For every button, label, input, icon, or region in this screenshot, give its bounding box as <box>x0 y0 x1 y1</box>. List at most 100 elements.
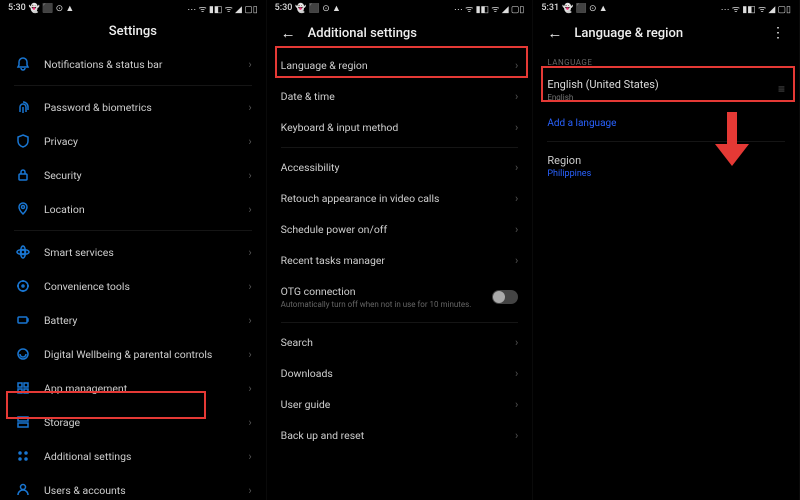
additional-item-b-3[interactable]: Recent tasks manager › <box>267 245 533 276</box>
settings-item-label: Convenience tools <box>44 280 248 293</box>
settings-item-bell[interactable]: Notifications & status bar › <box>0 47 266 81</box>
settings-item-battery[interactable]: Battery › <box>0 303 266 337</box>
finger-icon <box>14 98 32 116</box>
additional-item-c-3[interactable]: Back up and reset › <box>267 420 533 451</box>
chevron-right-icon: › <box>248 135 251 148</box>
additional-item-c-2[interactable]: User guide › <box>267 389 533 420</box>
settings-item-label: Battery <box>44 314 248 327</box>
settings-item-shield[interactable]: Privacy › <box>0 124 266 158</box>
settings-item-apps[interactable]: App management › <box>0 371 266 405</box>
settings-item-label: Password & biometrics <box>44 101 248 114</box>
settings-item-label: App management <box>44 382 248 395</box>
chevron-right-icon: › <box>248 416 251 429</box>
settings-item-atom[interactable]: Smart services › <box>0 235 266 269</box>
chevron-right-icon: › <box>515 223 518 236</box>
status-bar: 5:30👻 ⬛ ⊙ ▲ ⋯ ᯤ ▮◧ ᯤ ◢ ▢▯ <box>0 0 266 16</box>
chevron-right-icon: › <box>515 254 518 267</box>
chevron-right-icon: › <box>248 348 251 361</box>
settings-item-label: Location <box>44 203 248 216</box>
more-button[interactable]: ⋮ <box>771 25 785 41</box>
lock-icon <box>14 166 32 184</box>
page-title-row: ← Language & region ⋮ <box>533 16 799 50</box>
region-item[interactable]: Region Philippines <box>533 146 799 187</box>
settings-item-label: Storage <box>44 416 248 429</box>
region-value: Philippines <box>547 169 785 179</box>
language-item-english[interactable]: English (United States) English ≡ <box>533 70 799 110</box>
drag-handle-icon[interactable]: ≡ <box>778 82 785 96</box>
additional-item-a-0[interactable]: Language & region › <box>267 50 533 81</box>
additional-item-b-0[interactable]: Accessibility › <box>267 152 533 183</box>
chevron-right-icon: › <box>515 336 518 349</box>
battery-icon <box>14 311 32 329</box>
item-label: Date & time <box>281 90 515 103</box>
back-button[interactable]: ← <box>547 24 562 42</box>
settings-list: Notifications & status bar › Password & … <box>0 47 266 500</box>
settings-item-wellbeing[interactable]: Digital Wellbeing & parental controls › <box>0 337 266 371</box>
settings-item-tool[interactable]: Convenience tools › <box>0 269 266 303</box>
add-language-link[interactable]: Add a language <box>533 110 799 137</box>
chevron-right-icon: › <box>248 58 251 71</box>
settings-item-lock[interactable]: Security › <box>0 158 266 192</box>
pin-icon <box>14 200 32 218</box>
chevron-right-icon: › <box>248 246 251 259</box>
item-label: Language & region <box>281 59 515 72</box>
back-button[interactable]: ← <box>281 24 296 42</box>
settings-item-storage[interactable]: Storage › <box>0 405 266 439</box>
settings-item-label: Smart services <box>44 246 248 259</box>
additional-list: Language & region › Date & time › Keyboa… <box>267 50 533 500</box>
chevron-right-icon: › <box>515 161 518 174</box>
item-label: Recent tasks manager <box>281 254 515 267</box>
screen-language-region: 5:31👻 ⬛ ⊙ ▲ ⋯ ᯤ ▮◧ ᯤ ◢ ▢▯ ← Language & r… <box>533 0 800 500</box>
region-label: Region <box>547 154 785 167</box>
settings-item-dots[interactable]: Additional settings › <box>0 439 266 473</box>
item-label: Downloads <box>281 367 515 380</box>
settings-item-finger[interactable]: Password & biometrics › <box>0 90 266 124</box>
page-title: Additional settings <box>308 26 417 41</box>
page-title-row: Settings <box>0 16 266 47</box>
settings-item-label: Additional settings <box>44 450 248 463</box>
chevron-right-icon: › <box>515 398 518 411</box>
settings-item-label: Digital Wellbeing & parental controls <box>44 348 248 361</box>
settings-item-user[interactable]: Users & accounts › <box>0 473 266 500</box>
settings-item-pin[interactable]: Location › <box>0 192 266 226</box>
apps-icon <box>14 379 32 397</box>
additional-item-c-1[interactable]: Downloads › <box>267 358 533 389</box>
additional-item-c-0[interactable]: Search › <box>267 327 533 358</box>
additional-item-a-2[interactable]: Keyboard & input method › <box>267 112 533 143</box>
status-left-icons: 👻 ⬛ ⊙ ▲ <box>29 3 75 14</box>
status-bar: 5:31👻 ⬛ ⊙ ▲ ⋯ ᯤ ▮◧ ᯤ ◢ ▢▯ <box>533 0 799 16</box>
item-label: Accessibility <box>281 161 515 174</box>
bell-icon <box>14 55 32 73</box>
additional-item-b-4[interactable]: OTG connection Automatically turn off wh… <box>267 276 533 318</box>
chevron-right-icon: › <box>248 280 251 293</box>
item-label: Search <box>281 336 515 349</box>
chevron-right-icon: › <box>248 169 251 182</box>
additional-item-b-2[interactable]: Schedule power on/off › <box>267 214 533 245</box>
chevron-right-icon: › <box>515 429 518 442</box>
user-icon <box>14 481 32 499</box>
status-right-icons: ⋯ ᯤ ▮◧ ᯤ ◢ ▢▯ <box>454 2 524 15</box>
language-list: LANGUAGE English (United States) English… <box>533 50 799 500</box>
item-sublabel: Automatically turn off when not in use f… <box>281 300 493 309</box>
divider <box>281 147 519 148</box>
storage-icon <box>14 413 32 431</box>
additional-item-b-1[interactable]: Retouch appearance in video calls › <box>267 183 533 214</box>
otg-toggle[interactable] <box>492 290 518 304</box>
chevron-right-icon: › <box>248 382 251 395</box>
additional-item-a-1[interactable]: Date & time › <box>267 81 533 112</box>
chevron-right-icon: › <box>515 121 518 134</box>
chevron-right-icon: › <box>248 203 251 216</box>
divider <box>14 85 252 86</box>
status-bar: 5:30👻 ⬛ ⊙ ▲ ⋯ ᯤ ▮◧ ᯤ ◢ ▢▯ <box>267 0 533 16</box>
language-sub: English <box>547 93 785 102</box>
settings-item-label: Users & accounts <box>44 484 248 497</box>
item-label: Back up and reset <box>281 429 515 442</box>
page-title: Language & region <box>574 26 683 41</box>
chevron-right-icon: › <box>515 367 518 380</box>
status-left-icons: 👻 ⬛ ⊙ ▲ <box>562 3 608 14</box>
page-title-row: ← Additional settings <box>267 16 533 50</box>
screen-settings: 5:30👻 ⬛ ⊙ ▲ ⋯ ᯤ ▮◧ ᯤ ◢ ▢▯ Settings Notif… <box>0 0 267 500</box>
divider <box>281 322 519 323</box>
chevron-right-icon: › <box>515 59 518 72</box>
status-left-icons: 👻 ⬛ ⊙ ▲ <box>295 3 341 14</box>
